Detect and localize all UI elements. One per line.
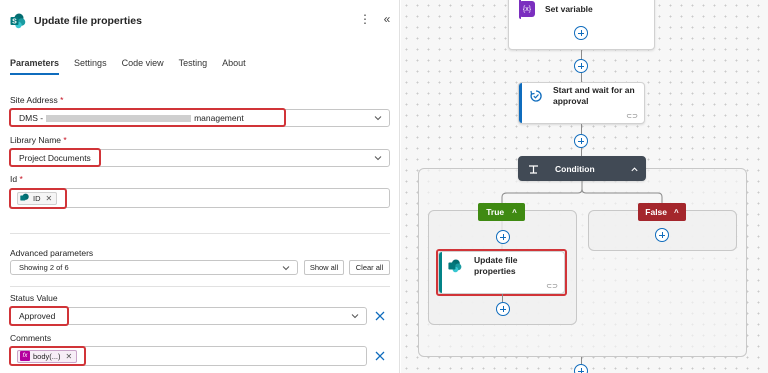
svg-text:S: S: [12, 19, 17, 26]
library-name-label: Library Name *: [10, 135, 67, 145]
chevron-down-icon: [374, 116, 382, 121]
panel-header: S Update file properties: [10, 12, 142, 30]
add-action-icon[interactable]: [655, 228, 669, 242]
comments-field[interactable]: fx body(...) ✕: [10, 346, 367, 366]
advanced-parameters-label: Advanced parameters: [10, 248, 94, 258]
status-value-label: Status Value: [10, 293, 58, 303]
id-field[interactable]: ID ✕: [10, 188, 390, 208]
function-icon: fx: [20, 351, 30, 361]
site-address-dropdown[interactable]: DMS - management: [10, 109, 390, 127]
advanced-showing: Showing 2 of 6: [19, 263, 69, 272]
library-name-value: Project Documents: [19, 153, 91, 163]
remove-token-icon[interactable]: ✕: [66, 352, 73, 361]
true-label-text: True: [486, 207, 505, 217]
tab-settings[interactable]: Settings: [74, 58, 107, 75]
tab-code-view[interactable]: Code view: [122, 58, 164, 75]
chevron-down-icon: [282, 266, 290, 271]
tab-testing[interactable]: Testing: [179, 58, 208, 75]
id-token[interactable]: ID ✕: [17, 191, 58, 205]
panel-title: Update file properties: [34, 15, 142, 27]
chevron-up-icon: ^: [674, 207, 679, 217]
update-file-properties-card[interactable]: Update file properties ⊂⊃: [438, 251, 565, 294]
clear-all-button[interactable]: Clear all: [349, 260, 390, 275]
divider: [10, 286, 390, 287]
site-address-label: Site Address *: [10, 95, 64, 105]
remove-parameter-icon[interactable]: [374, 310, 386, 322]
flow-canvas[interactable]: {x} Set variable Start and wait for an a…: [401, 0, 768, 373]
card-accent: [439, 252, 442, 293]
add-action-icon[interactable]: [574, 364, 588, 373]
status-value: Approved: [19, 311, 56, 321]
collapse-double-chevron-icon[interactable]: «: [380, 12, 394, 26]
site-address-suffix: management: [194, 113, 244, 123]
expression-token-label: body(...): [33, 351, 61, 361]
remove-parameter-icon[interactable]: [374, 350, 386, 362]
id-token-label: ID: [33, 193, 41, 203]
divider: [10, 233, 390, 234]
remove-token-icon[interactable]: ✕: [46, 194, 53, 203]
id-label: Id *: [10, 174, 23, 184]
false-label-text: False: [645, 207, 668, 217]
link-icon: ⊂⊃: [546, 283, 558, 290]
add-action-icon[interactable]: [496, 230, 510, 244]
sharepoint-icon: [448, 259, 462, 273]
connector-line: [502, 294, 503, 302]
status-value-dropdown[interactable]: Approved: [10, 307, 367, 325]
chevron-down-icon: [351, 314, 359, 319]
panel-tabs: Parameters Settings Code view Testing Ab…: [10, 58, 246, 75]
add-action-icon[interactable]: [496, 302, 510, 316]
show-all-button[interactable]: Show all: [304, 260, 344, 275]
comments-label: Comments: [10, 333, 52, 343]
library-name-dropdown[interactable]: Project Documents: [10, 149, 390, 167]
action-properties-panel: S Update file properties ⋮ « Parameters …: [0, 0, 400, 373]
advanced-parameters-dropdown[interactable]: Showing 2 of 6: [10, 260, 298, 275]
sharepoint-icon: S: [10, 13, 26, 29]
update-file-title: Update file properties: [474, 255, 518, 276]
chevron-up-icon: ^: [512, 207, 517, 217]
expression-token[interactable]: fx body(...) ✕: [17, 349, 78, 363]
redacted-text: [46, 114, 192, 122]
true-branch-label[interactable]: True ^: [478, 203, 525, 221]
tab-parameters[interactable]: Parameters: [10, 58, 60, 75]
tab-about[interactable]: About: [222, 58, 246, 75]
false-branch-label[interactable]: False ^: [638, 203, 686, 221]
more-vertical-icon[interactable]: ⋮: [358, 12, 372, 26]
chevron-down-icon: [374, 156, 382, 161]
sharepoint-icon: [20, 193, 29, 201]
site-address-prefix: DMS -: [19, 113, 44, 123]
